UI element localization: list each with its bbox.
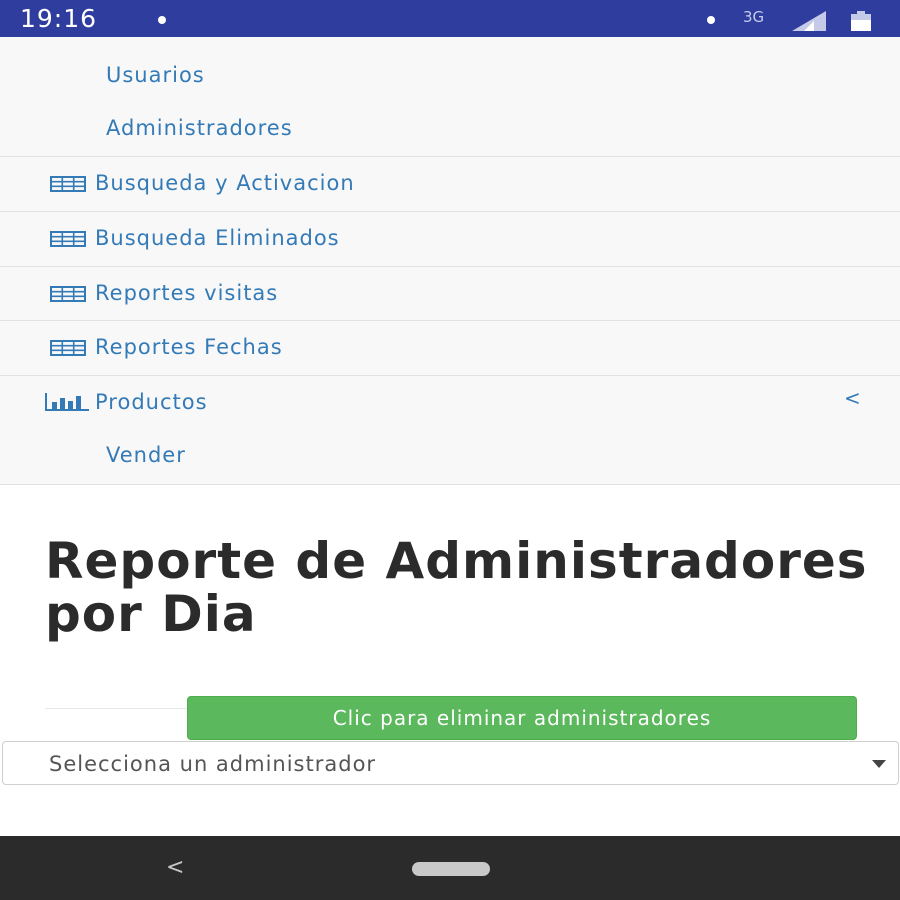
table-icon — [50, 340, 86, 356]
home-pill-icon[interactable] — [412, 862, 490, 876]
navigation-bar: < — [0, 836, 900, 900]
menu-item-busqueda-eliminados[interactable]: Busqueda Eliminados — [0, 211, 900, 266]
status-dot-icon — [707, 16, 715, 24]
chevron-left-icon[interactable]: < — [844, 386, 861, 410]
menu-subitem-usuarios[interactable]: Usuarios — [106, 62, 205, 88]
delete-administrators-button[interactable]: Clic para eliminar administradores — [187, 696, 857, 740]
menu-item-label: Busqueda y Activacion — [95, 171, 355, 195]
menu-item-label: Busqueda Eliminados — [95, 226, 340, 250]
dropdown-caret-icon — [872, 760, 886, 768]
notification-dot-icon — [158, 16, 166, 24]
menu-item-reportes-fechas[interactable]: Reportes Fechas — [0, 320, 900, 375]
signal-icon — [792, 11, 826, 31]
screen: 19:16 3G Usuarios Administradores Busque… — [0, 0, 900, 900]
network-type: 3G — [743, 8, 765, 26]
menu-item-productos[interactable]: Productos < — [0, 375, 900, 430]
table-icon — [50, 231, 86, 247]
administrator-select[interactable]: Selecciona un administrador — [2, 741, 899, 785]
menu-item-label: Reportes visitas — [95, 281, 279, 305]
sidebar-menu: Usuarios Administradores Busqueda y Acti… — [0, 37, 900, 485]
back-icon[interactable]: < — [166, 855, 184, 881]
select-value: Selecciona un administrador — [49, 752, 377, 776]
battery-icon — [851, 11, 871, 31]
menu-item-label: Productos — [95, 390, 208, 414]
menu-subitem-administradores[interactable]: Administradores — [106, 115, 293, 141]
menu-item-label: Reportes Fechas — [95, 335, 283, 359]
page-title: Reporte de Administradores por Dia — [45, 532, 868, 643]
status-time: 19:16 — [20, 4, 98, 33]
table-icon — [50, 176, 86, 192]
bar-chart-icon — [45, 393, 89, 411]
menu-item-busqueda-activacion[interactable]: Busqueda y Activacion — [0, 156, 900, 211]
menu-subitem-vender[interactable]: Vender — [106, 442, 186, 468]
menu-item-reportes-visitas[interactable]: Reportes visitas — [0, 266, 900, 321]
table-icon — [50, 286, 86, 302]
status-bar: 19:16 3G — [0, 0, 900, 37]
